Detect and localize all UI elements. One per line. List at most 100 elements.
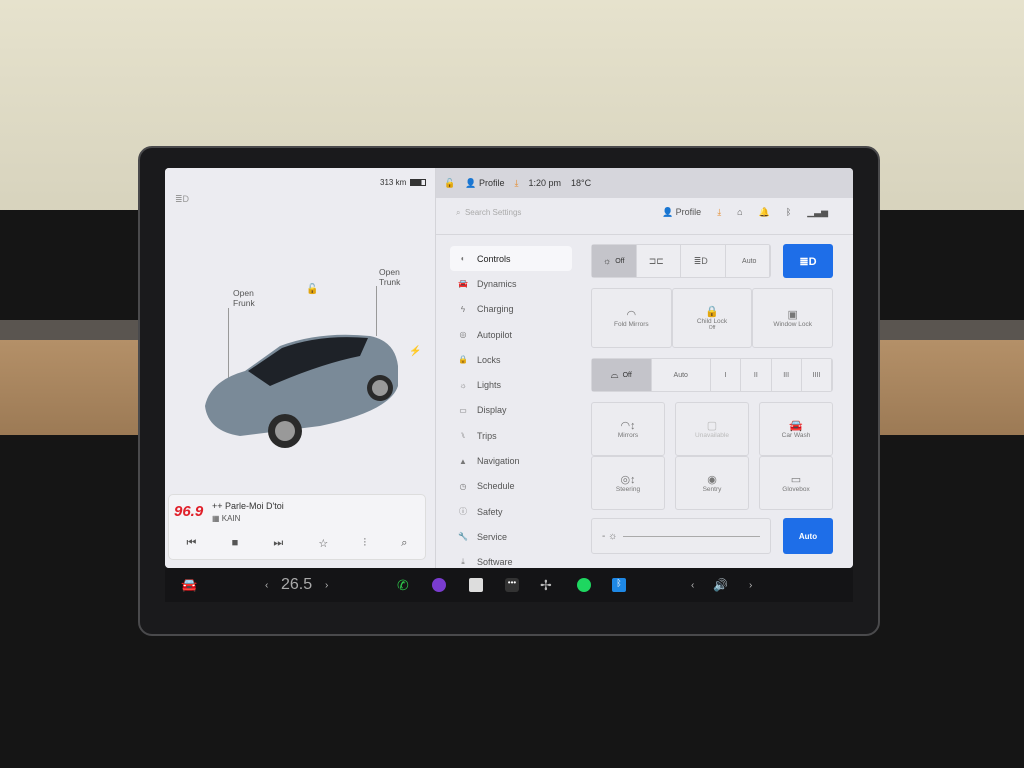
steering-button[interactable]: ◎↕ Steering xyxy=(591,456,665,510)
car-icon[interactable]: 🚘 xyxy=(181,577,197,593)
wiper-option-4[interactable]: III xyxy=(772,359,802,391)
bell-icon[interactable]: 🔔 xyxy=(759,207,770,218)
open-trunk-button[interactable]: Open Trunk xyxy=(379,267,400,287)
spotify-icon[interactable] xyxy=(577,578,591,592)
unlock-icon[interactable]: 🔓 xyxy=(306,284,318,295)
bolt-icon: ϟ xyxy=(460,304,466,314)
brightness-slider[interactable]: - ☼ xyxy=(591,518,771,554)
temp-down-button[interactable]: ‹ xyxy=(265,580,268,591)
menu-item-locks[interactable]: 🔒 Locks xyxy=(450,347,572,372)
menu-item-navigation[interactable]: ▲ Navigation xyxy=(450,448,572,473)
favorite-icon[interactable]: ☆ xyxy=(318,537,328,550)
menu-item-label: Dynamics xyxy=(477,278,517,289)
volume-icon[interactable]: 🔊 xyxy=(713,578,728,592)
charge-port-icon[interactable]: ⚡ xyxy=(409,346,421,357)
clock: 1:20 pm xyxy=(528,178,561,188)
menu-item-dynamics[interactable]: 🚘 Dynamics xyxy=(450,271,572,296)
sentry-button[interactable]: ◉ Sentry xyxy=(675,456,749,510)
lights-option-2[interactable]: ≣D xyxy=(681,245,726,277)
settings-panel: ⌕ Search Settings 👤 Profile ⤓ ⌂ 🔔 ᛒ ▁▃▅ … xyxy=(436,198,853,568)
menu-item-label: Autopilot xyxy=(477,329,513,340)
trips-icon: ⑊ xyxy=(460,431,466,441)
track-title: ++ Parle-Moi D'toi xyxy=(212,501,284,511)
temp-up-button[interactable]: › xyxy=(325,580,328,591)
lock-icon: 🔒 xyxy=(458,355,468,365)
car-panel: ≣D 313 km Open Frunk Open Trunk 🔓 ⚡ 96.9… xyxy=(165,168,436,568)
controls-grid: ◠↕ Mirrors ▢ Unavailable 🚘 Car Wash ◎↕ Steering… xyxy=(591,402,833,510)
volume-up-button[interactable]: › xyxy=(749,580,752,591)
menu-item-service[interactable]: 🔧 Service xyxy=(450,524,572,549)
menu-item-charging[interactable]: ϟ Charging xyxy=(450,297,572,322)
display-icon: ▭ xyxy=(459,405,467,415)
phone-icon[interactable]: ✆ xyxy=(397,577,409,594)
profile-button[interactable]: 👤 Profile xyxy=(662,207,701,218)
menu-item-safety[interactable]: ⓘ Safety xyxy=(450,499,572,524)
menu-item-label: Charging xyxy=(477,304,514,315)
profile-button[interactable]: 👤 Profile xyxy=(465,178,504,189)
volume-down-button[interactable]: ‹ xyxy=(691,580,694,591)
fan-icon[interactable]: ✢ xyxy=(540,577,552,594)
wiper-option-0[interactable]: ⌓ Off xyxy=(592,359,652,391)
notepad-icon[interactable] xyxy=(469,578,483,592)
fold-mirrors-button[interactable]: ◠ Fold Mirrors xyxy=(591,288,672,348)
auto-high-beam-button[interactable]: ≣D xyxy=(783,244,833,278)
window-lock-button[interactable]: ▣ Window Lock xyxy=(752,288,834,348)
menu-item-label: Controls xyxy=(477,253,511,264)
brightness-auto-button[interactable]: Auto xyxy=(783,518,833,554)
bluetooth-icon[interactable]: ᛒ xyxy=(786,207,791,218)
wrench-icon: 🔧 xyxy=(458,532,468,542)
menu-item-display[interactable]: ▭ Display xyxy=(450,398,572,423)
media-player: 96.9 ++ Parle-Moi D'toi ▦ KAIN ⏮ ■ ⏭ ☆ ⫶ ⌕ xyxy=(168,494,426,560)
download-icon: ⤓ xyxy=(514,177,519,188)
car-wash-button[interactable]: 🚘 Car Wash xyxy=(759,402,833,456)
bluetooth-icon[interactable]: ᛒ xyxy=(612,578,626,592)
glovebox-button[interactable]: ▭ Glovebox xyxy=(759,456,833,510)
download-icon: ⤓ xyxy=(461,557,465,567)
menu-item-label: Schedule xyxy=(477,481,515,492)
equalizer-icon[interactable]: ⫶ xyxy=(363,537,366,550)
menu-item-controls[interactable]: ◐ Controls xyxy=(450,246,572,272)
lights-option-3[interactable]: Auto xyxy=(726,245,770,277)
settings-menu: ◐ Controls 🚘 Dynamics ϟ Charging ◎ Autopilot 🔒 Lo… xyxy=(450,246,572,568)
lte-signal-icon: ▁▃▅ xyxy=(807,207,828,217)
menu-item-lights[interactable]: ☼ Lights xyxy=(450,372,572,397)
stop-icon[interactable]: ■ xyxy=(232,537,239,550)
status-bar: 🔓 👤 Profile ⤓ 1:20 pm 18°C xyxy=(436,168,853,198)
camera-icon[interactable] xyxy=(432,578,446,592)
taskbar: 🚘 ‹ 26.5 › ✆ ••• ✢ ᛒ ‹ 🔊 › xyxy=(165,568,853,602)
headlight-icon: ≣D xyxy=(175,194,190,204)
wiper-option-2[interactable]: I xyxy=(711,359,742,391)
more-apps-icon[interactable]: ••• xyxy=(505,578,519,592)
mirrors-button[interactable]: ◠↕ Mirrors xyxy=(591,402,665,456)
next-icon[interactable]: ⏭ xyxy=(273,537,283,550)
sun-icon: ☼ xyxy=(459,380,467,390)
battery-icon xyxy=(410,179,427,186)
open-frunk-button[interactable]: Open Frunk xyxy=(233,288,255,308)
menu-item-software[interactable]: ⤓ Software xyxy=(450,550,572,568)
search-icon[interactable]: ⌕ xyxy=(401,537,407,550)
previous-icon[interactable]: ⏮ xyxy=(187,537,197,550)
lights-option-0[interactable]: ☼ Off xyxy=(592,245,637,277)
menu-item-label: Lights xyxy=(477,380,502,391)
toggle-icon: ◐ xyxy=(460,254,466,264)
wiper-option-3[interactable]: II xyxy=(741,359,772,391)
menu-item-label: Display xyxy=(477,405,507,416)
wiper-option-5[interactable]: IIII xyxy=(802,359,832,391)
info-icon: ⓘ xyxy=(459,507,467,517)
menu-item-label: Safety xyxy=(477,506,503,517)
menu-item-autopilot[interactable]: ◎ Autopilot xyxy=(450,322,572,347)
settings-search-input[interactable]: ⌕ Search Settings xyxy=(456,208,521,218)
homelink-icon[interactable]: ⌂ xyxy=(737,207,742,218)
menu-item-schedule[interactable]: ◷ Schedule xyxy=(450,474,572,499)
menu-item-label: Navigation xyxy=(477,456,520,467)
unavailable-button[interactable]: ▢ Unavailable xyxy=(675,402,749,456)
child-lock-button[interactable]: 🔒 Child Lock Off xyxy=(671,288,753,348)
car-image xyxy=(205,334,398,448)
clock-icon: ◷ xyxy=(459,481,467,491)
wiper-option-1[interactable]: Auto xyxy=(652,359,711,391)
menu-item-label: Trips xyxy=(477,430,497,441)
lights-option-1[interactable]: ⊐⊏ xyxy=(637,245,681,277)
lock-icon[interactable]: 🔓 xyxy=(444,178,455,189)
menu-item-trips[interactable]: ⑊ Trips xyxy=(450,423,572,448)
touchscreen: ≣D 313 km Open Frunk Open Trunk 🔓 ⚡ 96.9… xyxy=(165,168,853,568)
